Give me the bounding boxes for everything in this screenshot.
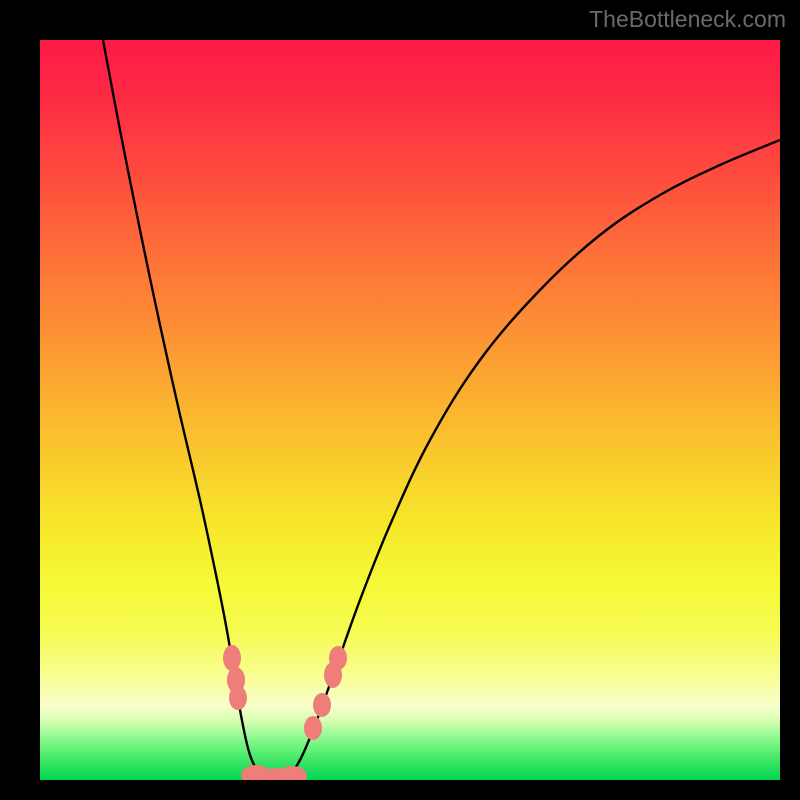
marker-left-3 bbox=[229, 686, 247, 710]
marker-right-4 bbox=[329, 646, 347, 670]
bottleneck-curve bbox=[103, 40, 780, 778]
watermark-text: TheBottleneck.com bbox=[589, 6, 786, 33]
chart-svg bbox=[40, 40, 780, 780]
marker-right-2 bbox=[313, 693, 331, 717]
marker-left-1 bbox=[223, 645, 241, 671]
plot-area bbox=[40, 40, 780, 780]
chart-frame: TheBottleneck.com bbox=[0, 0, 800, 800]
marker-bottom-3 bbox=[277, 766, 307, 780]
marker-right-1 bbox=[304, 716, 322, 740]
